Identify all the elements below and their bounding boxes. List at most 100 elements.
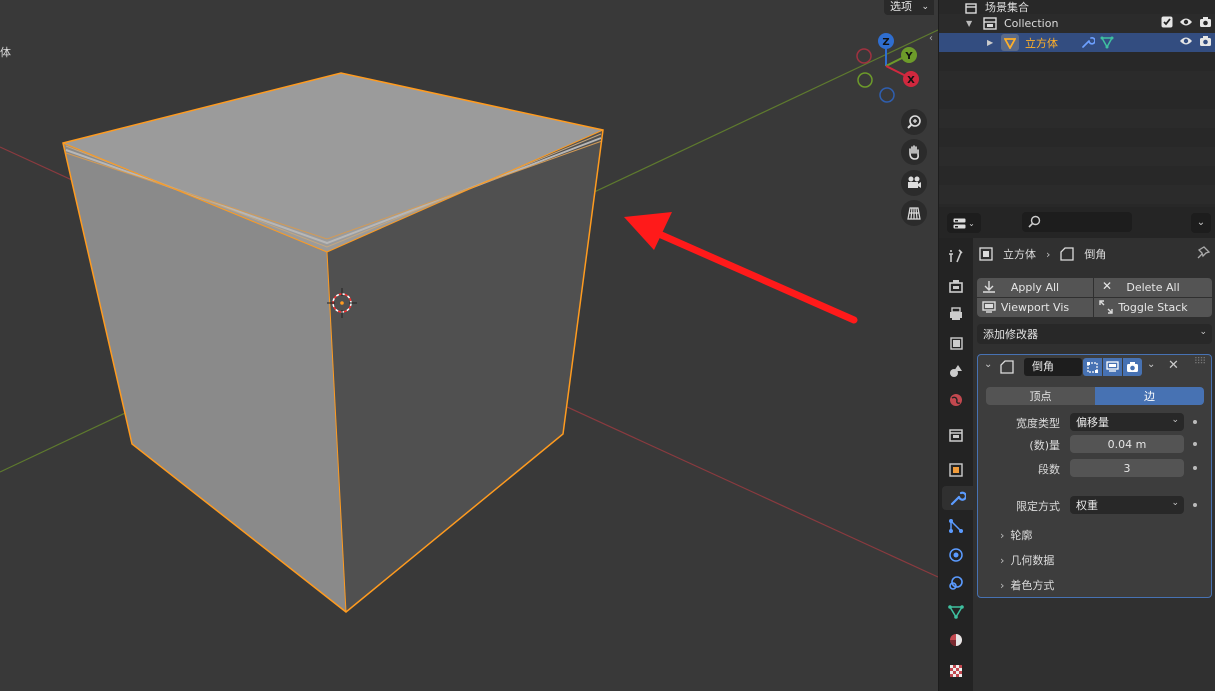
profile-subpanel[interactable]: › 轮廓 bbox=[1000, 527, 1032, 543]
texture-tab-icon[interactable] bbox=[944, 659, 968, 683]
keyframe-dot-icon[interactable] bbox=[1193, 442, 1197, 446]
hand-pan-icon[interactable] bbox=[901, 139, 927, 165]
limit-method-select[interactable]: 权重 ⌄ bbox=[1070, 496, 1184, 514]
modifier-tab-icon[interactable] bbox=[942, 486, 973, 510]
monitor-icon bbox=[982, 300, 996, 317]
constraints-tab-icon[interactable] bbox=[944, 571, 968, 595]
breadcrumb: 立方体 › 倒角 bbox=[979, 246, 1106, 262]
material-tab-icon[interactable] bbox=[944, 628, 968, 652]
chevron-right-icon: › bbox=[1000, 553, 1005, 567]
svg-text:Y: Y bbox=[904, 51, 913, 62]
chevron-down-icon: ⌄ bbox=[1199, 327, 1207, 337]
expand-right-icon[interactable]: ▶ bbox=[987, 38, 993, 47]
scene-tab-icon[interactable] bbox=[944, 359, 968, 383]
zoom-icon[interactable] bbox=[901, 109, 927, 135]
amount-label: (数)量 bbox=[1029, 439, 1060, 452]
keyframe-dot-icon[interactable] bbox=[1193, 420, 1197, 424]
shading-subpanel[interactable]: › 着色方式 bbox=[1000, 577, 1054, 593]
bevel-modifier-icon bbox=[1060, 247, 1075, 261]
edit-mode-toggle-icon[interactable] bbox=[1083, 358, 1102, 376]
chevron-down-icon: ⌄ bbox=[1171, 498, 1179, 508]
output-tab-icon[interactable] bbox=[944, 302, 968, 326]
properties-editor[interactable]: ⌄ ⌄ 立方体 › 倒角 Apply All ✕ Delete All View… bbox=[938, 207, 1215, 691]
amount-field[interactable]: 0.04 m bbox=[1070, 435, 1184, 453]
viewport-side-text: 体 bbox=[0, 46, 11, 59]
render-camera-icon[interactable] bbox=[1199, 35, 1212, 50]
camera-icon[interactable] bbox=[901, 170, 927, 196]
options-dropdown[interactable]: 选项 ⌄ bbox=[884, 0, 934, 15]
outliner-panel[interactable]: 场景集合 ▼ Collection ▶ 立方体 bbox=[938, 0, 1215, 207]
collapse-chevron-icon[interactable]: ⌄ bbox=[984, 359, 992, 370]
wrench-modifier-icon[interactable] bbox=[1081, 36, 1096, 52]
navigation-gizmo[interactable]: Z Y X bbox=[852, 30, 932, 110]
object-tab-icon[interactable] bbox=[944, 458, 968, 482]
delete-all-label: Delete All bbox=[1126, 281, 1180, 294]
scene-collection-label: 场景集合 bbox=[985, 1, 1029, 14]
viewport-scene[interactable] bbox=[0, 0, 938, 691]
3d-viewport[interactable]: 体 选项 ⌄ ‹ Z Y X bbox=[0, 0, 938, 691]
pin-icon[interactable] bbox=[1197, 246, 1211, 262]
modifier-name-field[interactable]: 倒角 bbox=[1024, 358, 1082, 376]
eye-icon[interactable] bbox=[1179, 36, 1193, 49]
apply-all-button[interactable]: Apply All bbox=[977, 278, 1093, 297]
keyframe-dot-icon[interactable] bbox=[1193, 503, 1197, 507]
bevel-modifier-panel: ⌄ 倒角 ⌄ ✕ ⠿⠿ 顶点 边 宽度类型 偏移量 ⌄ (数)量 0.04 m … bbox=[977, 354, 1212, 598]
breadcrumb-object: 立方体 bbox=[1003, 248, 1036, 261]
viewport-vis-button[interactable]: Viewport Vis bbox=[977, 298, 1093, 317]
render-camera-icon[interactable] bbox=[1199, 16, 1212, 31]
delete-all-button[interactable]: ✕ Delete All bbox=[1094, 278, 1212, 297]
svg-text:Z: Z bbox=[882, 37, 889, 48]
tool-tab-icon[interactable] bbox=[944, 244, 968, 268]
drag-handle-icon[interactable]: ⠿⠿ bbox=[1194, 357, 1206, 367]
search-icon bbox=[1028, 215, 1041, 228]
empty-row bbox=[939, 71, 1215, 90]
options-dropdown[interactable]: ⌄ bbox=[1191, 213, 1211, 233]
bevel-modifier-icon bbox=[1000, 360, 1014, 374]
profile-label: 轮廓 bbox=[1010, 529, 1033, 542]
viewport-toggle-icon[interactable] bbox=[1103, 358, 1122, 376]
mesh-data-tab-icon[interactable] bbox=[944, 600, 968, 624]
grid-ortho-icon[interactable] bbox=[901, 200, 927, 226]
properties-header: ⌄ ⌄ bbox=[939, 207, 1215, 238]
view-layer-tab-icon[interactable] bbox=[944, 331, 968, 355]
render-toggle-icon[interactable] bbox=[1123, 358, 1142, 376]
width-type-select[interactable]: 偏移量 ⌄ bbox=[1070, 413, 1184, 431]
chevron-down-icon: ⌄ bbox=[968, 218, 975, 228]
chevron-down-icon[interactable]: ⌄ bbox=[1147, 359, 1155, 370]
mesh-data-icon[interactable] bbox=[1100, 36, 1114, 52]
affect-vertices-button[interactable]: 顶点 bbox=[986, 387, 1095, 405]
properties-search-input[interactable] bbox=[1022, 212, 1132, 232]
scene-collection-row[interactable]: 场景集合 bbox=[939, 0, 1215, 15]
particles-tab-icon[interactable] bbox=[944, 514, 968, 538]
render-tab-icon[interactable] bbox=[944, 274, 968, 298]
collection-row-toggles bbox=[1161, 16, 1212, 31]
add-modifier-label: 添加修改器 bbox=[983, 328, 1038, 341]
collection-row[interactable]: ▼ Collection bbox=[939, 14, 1215, 33]
collection-tab-icon[interactable] bbox=[944, 423, 968, 447]
keyframe-dot-icon[interactable] bbox=[1193, 466, 1197, 470]
add-modifier-dropdown[interactable]: 添加修改器 ⌄ bbox=[977, 324, 1212, 344]
collection-label: Collection bbox=[1004, 17, 1059, 30]
geometry-subpanel[interactable]: › 几何数据 bbox=[1000, 552, 1054, 568]
close-icon[interactable]: ✕ bbox=[1168, 358, 1179, 373]
toggle-stack-button[interactable]: Toggle Stack bbox=[1094, 298, 1212, 317]
empty-row bbox=[939, 147, 1215, 166]
chevron-right-icon: › bbox=[1046, 247, 1051, 261]
mesh-object-icon bbox=[1001, 34, 1019, 51]
expand-down-icon[interactable]: ▼ bbox=[966, 19, 972, 28]
affect-edges-button[interactable]: 边 bbox=[1095, 387, 1204, 405]
chevron-right-icon: › bbox=[1000, 578, 1005, 592]
apply-all-label: Apply All bbox=[1010, 281, 1060, 294]
checkbox-checked-icon[interactable] bbox=[1161, 16, 1173, 31]
neg-y-handle bbox=[857, 72, 873, 88]
eye-icon[interactable] bbox=[1179, 17, 1193, 30]
limit-method-label: 限定方式 bbox=[1016, 500, 1060, 513]
segments-field[interactable]: 3 bbox=[1070, 459, 1184, 477]
editor-type-dropdown[interactable]: ⌄ bbox=[947, 213, 981, 233]
world-tab-icon[interactable] bbox=[944, 388, 968, 412]
toggle-stack-label: Toggle Stack bbox=[1118, 301, 1188, 314]
physics-tab-icon[interactable] bbox=[944, 543, 968, 567]
expand-arrows-icon bbox=[1099, 300, 1113, 317]
object-row-cube[interactable]: ▶ 立方体 bbox=[939, 33, 1215, 52]
options-label: 选项 bbox=[890, 0, 912, 13]
